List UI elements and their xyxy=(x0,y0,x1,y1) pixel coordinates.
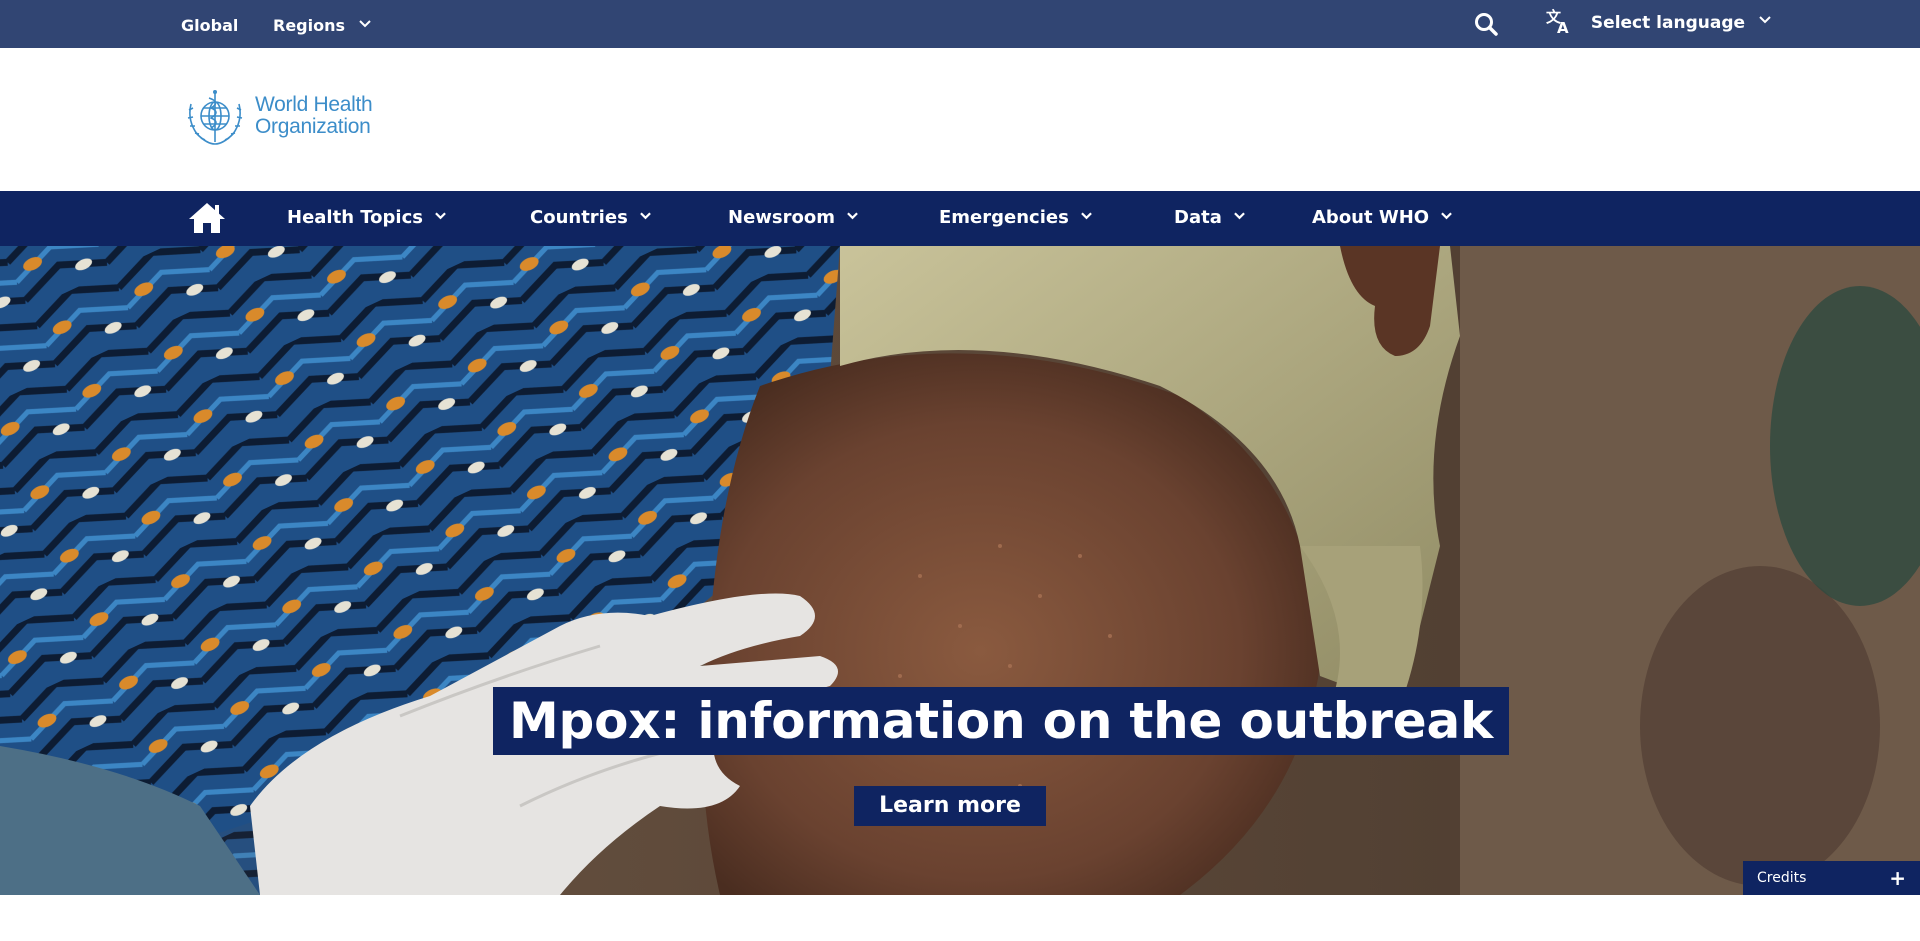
logo-wordmark: World Health Organization xyxy=(255,93,373,138)
nav-about-who[interactable]: About WHO xyxy=(1312,191,1453,246)
regions-dropdown[interactable]: Regions xyxy=(273,0,371,48)
nav-countries[interactable]: Countries xyxy=(530,191,651,246)
credits-toggle[interactable]: Credits + xyxy=(1743,861,1920,895)
learn-more-button[interactable]: Learn more xyxy=(854,786,1046,826)
credits-label: Credits xyxy=(1757,870,1807,886)
chevron-down-icon xyxy=(1234,212,1245,220)
home-icon[interactable] xyxy=(187,200,227,236)
who-emblem-icon xyxy=(187,90,243,145)
chevron-down-icon xyxy=(358,19,371,27)
logo-line-2: Organization xyxy=(255,115,371,138)
main-navigation: Health Topics Countries Newsroom Emergen… xyxy=(0,191,1920,246)
translate-icon: 文 A xyxy=(1546,8,1569,35)
nav-item-label: Emergencies xyxy=(939,207,1069,228)
hero-headline-box: Mpox: information on the outbreak xyxy=(493,687,1510,755)
nav-item-label: Data xyxy=(1174,207,1222,228)
nav-health-topics[interactable]: Health Topics xyxy=(287,191,447,246)
chevron-down-icon xyxy=(847,212,859,220)
logo-band: World Health Organization xyxy=(0,48,1920,191)
top-utility-bar: Global Regions 文 A Select language xyxy=(0,0,1920,48)
chevron-down-icon xyxy=(1441,212,1453,220)
nav-data[interactable]: Data xyxy=(1174,191,1245,246)
nav-item-label: About WHO xyxy=(1312,207,1430,228)
language-selector[interactable]: 文 A Select language xyxy=(1545,0,1771,48)
nav-item-label: Health Topics xyxy=(287,207,423,228)
nav-item-label: Newsroom xyxy=(728,207,835,228)
language-label: Select language xyxy=(1590,13,1746,33)
chevron-down-icon xyxy=(1081,212,1092,220)
chevron-down-icon xyxy=(640,212,651,220)
plus-icon: + xyxy=(1889,866,1906,890)
nav-newsroom[interactable]: Newsroom xyxy=(728,191,859,246)
nav-item-label: Countries xyxy=(530,207,628,228)
nav-emergencies[interactable]: Emergencies xyxy=(939,191,1092,246)
logo-line-1: World Health xyxy=(255,93,373,116)
regions-label: Regions xyxy=(273,16,346,35)
chevron-down-icon xyxy=(435,212,447,220)
hero-headline: Mpox: information on the outbreak xyxy=(509,692,1494,750)
search-icon[interactable] xyxy=(1473,11,1499,37)
global-link[interactable]: Global xyxy=(181,0,238,48)
who-logo[interactable]: World Health Organization xyxy=(183,86,383,148)
hero-banner: Mpox: information on the outbreak Learn … xyxy=(0,246,1920,895)
chevron-down-icon xyxy=(1759,16,1771,24)
svg-text:A: A xyxy=(1557,19,1569,35)
